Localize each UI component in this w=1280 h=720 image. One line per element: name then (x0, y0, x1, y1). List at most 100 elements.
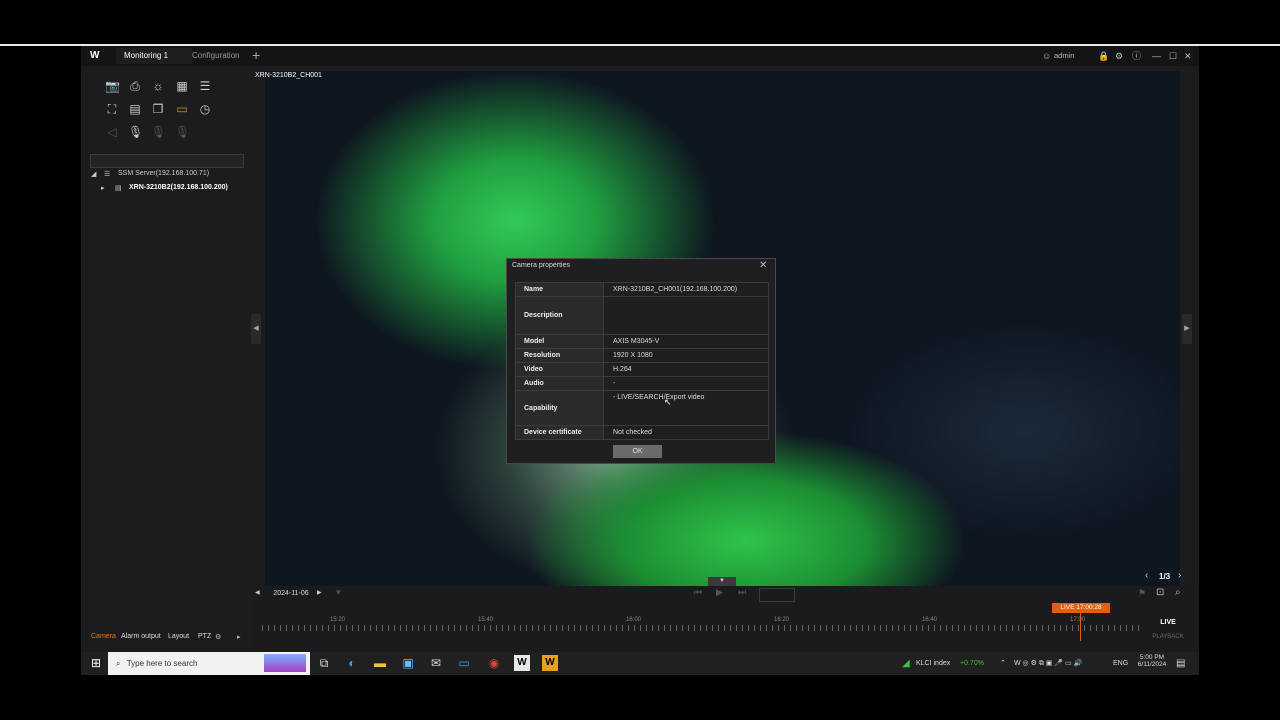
prev-date-icon[interactable]: ◀ (255, 589, 260, 596)
user-icon[interactable]: ☺ (1042, 48, 1051, 64)
tab-alarm-output[interactable]: Alarm output (121, 633, 161, 640)
bookmark-icon[interactable]: ⚑ (1138, 588, 1146, 599)
grid-icon[interactable]: ▤ (128, 103, 142, 115)
channel-label: XRN-3210B2_CH001 (255, 72, 322, 79)
stock-name[interactable]: KLCI index (916, 652, 950, 675)
tab-monitoring-1[interactable]: Monitoring 1 (116, 48, 192, 64)
info-icon[interactable]: ⓘ (1132, 48, 1141, 64)
speaker-icon[interactable]: ◁ (105, 126, 119, 138)
dialog-close-icon[interactable]: ✕ (759, 260, 767, 271)
fullscreen-icon[interactable]: ⛶ (105, 103, 119, 115)
wisenet-active-app-icon[interactable]: W (542, 655, 558, 671)
clock-date: 6/11/2024 (1137, 661, 1167, 668)
notification-icon[interactable]: ▤ (1176, 652, 1185, 675)
tick-label: 16:20 (774, 617, 790, 623)
zoom-search-icon[interactable]: ⌕ (1175, 587, 1181, 598)
snapshot-icon[interactable]: ⊡ (1156, 587, 1164, 598)
remote-desktop-icon[interactable]: ▭ (456, 655, 472, 671)
layout-icon[interactable]: ▦ (175, 80, 189, 92)
date-field[interactable]: 2024-11-06 (266, 588, 316, 600)
search-highlight-image (264, 654, 306, 672)
close-icon[interactable]: ✕ (1184, 48, 1192, 64)
properties-table: Name XRN-3210B2_CH001(192.168.100.200) D… (515, 282, 769, 440)
property-value: Not checked (613, 429, 652, 436)
recorder-icon: ▤ (115, 185, 122, 192)
print-icon[interactable]: ⎙ (128, 80, 142, 92)
tick-label: 15:40 (478, 617, 494, 623)
left-panel-toggle[interactable]: ◀ (251, 314, 261, 344)
ok-button[interactable]: OK (613, 445, 662, 458)
timeline-ruler[interactable] (262, 625, 1142, 631)
add-tab-button[interactable]: + (252, 47, 260, 63)
tab-layout[interactable]: Layout (168, 633, 189, 640)
task-view-icon[interactable]: ⧉ (316, 655, 332, 671)
alarm-icon[interactable]: ☼ (151, 80, 165, 92)
mic-off-icon[interactable]: 🎙 (151, 126, 166, 138)
prev-page-icon[interactable]: ‹ (1145, 570, 1148, 581)
property-key: Capability (516, 391, 604, 425)
mail-icon[interactable]: ✉ (428, 655, 444, 671)
next-date-icon[interactable]: ▶ (317, 589, 322, 596)
skip-forward-icon[interactable]: ⏭ (738, 587, 746, 598)
property-value: 1920 X 1080 (613, 352, 653, 359)
search-placeholder: Type here to search (126, 659, 198, 668)
filter-icon[interactable]: ▾ (336, 587, 341, 598)
table-row: Resolution 1920 X 1080 (516, 349, 768, 363)
windows-start-icon[interactable]: ⊞ (88, 655, 104, 671)
snapshot-camera-icon[interactable]: 📷 (105, 80, 120, 92)
tick-label: 16:40 (922, 617, 938, 623)
file-explorer-icon[interactable]: ▬ (372, 655, 388, 671)
lock-icon[interactable]: 🔒 (1098, 48, 1109, 64)
collapse-arrow-icon[interactable]: ◢ (91, 170, 96, 178)
next-page-icon[interactable]: › (1178, 570, 1181, 581)
live-button[interactable]: LIVE (1146, 617, 1190, 629)
tree-server-item[interactable]: SSM Server(192.168.100.71) (118, 170, 209, 177)
monitor-icon[interactable]: ▭ (175, 103, 189, 115)
list-icon[interactable]: ☰ (198, 80, 212, 92)
ptz-settings-icon[interactable]: ⚙ (215, 633, 221, 641)
tick-label: 16:00 (626, 617, 642, 623)
speed-field[interactable] (759, 588, 795, 602)
mic-group-icon[interactable]: 🎙 (175, 126, 190, 138)
collapse-panel-icon[interactable]: ▼ (708, 577, 736, 586)
tick-label: 15:20 (330, 617, 346, 623)
playback-bar (251, 586, 1199, 652)
device-search-input[interactable] (90, 154, 244, 168)
tab-configuration[interactable]: Configuration (184, 48, 262, 64)
tray-icons[interactable]: W ◎ ⚙ ⧉ ▣ 🎤 ▭ 🔊 (1014, 652, 1082, 675)
tabs-next-icon[interactable]: ▸ (237, 633, 241, 641)
edge-icon[interactable]: ◐ (344, 655, 360, 671)
play-icon[interactable]: ▶ (716, 587, 723, 598)
property-value: H.264 (613, 366, 632, 373)
user-name[interactable]: admin (1054, 48, 1074, 64)
store-icon[interactable]: ▣ (400, 655, 416, 671)
clock[interactable]: 5:00 PM 6/11/2024 (1134, 654, 1170, 668)
sequence-icon[interactable]: ❐ (151, 103, 165, 115)
tab-ptz[interactable]: PTZ (198, 633, 211, 640)
table-row: Capability - LIVE/SEARCH/Export video (516, 391, 768, 426)
tray-expand-icon[interactable]: ⌃ (1000, 652, 1006, 675)
history-icon[interactable]: ◷ (198, 103, 212, 115)
expand-arrow-icon[interactable]: ▸ (101, 184, 105, 192)
minimize-icon[interactable]: — (1152, 48, 1161, 64)
recorder-app-icon[interactable]: ◉ (486, 655, 502, 671)
mouse-cursor-icon: ↖ (664, 397, 672, 407)
property-key: Model (516, 335, 604, 348)
property-key: Device certificate (516, 426, 604, 439)
maximize-icon[interactable]: ☐ (1169, 48, 1177, 64)
property-value: - (613, 380, 616, 387)
stock-chart-icon[interactable]: ◢ (902, 652, 910, 675)
playback-button[interactable]: PLAYBACK (1146, 631, 1190, 643)
tick-label: 17:00 (1070, 617, 1086, 623)
mic-icon[interactable]: 🎙 (128, 126, 143, 138)
right-panel-toggle[interactable]: ▶ (1182, 314, 1192, 344)
table-row: Name XRN-3210B2_CH001(192.168.100.200) (516, 283, 768, 297)
gear-icon[interactable]: ⚙ (1115, 48, 1123, 64)
stock-change: +0.70% (960, 660, 984, 667)
tab-camera[interactable]: Camera (91, 633, 116, 640)
wisenet-app-icon[interactable]: W (514, 655, 530, 671)
tree-device-item[interactable]: XRN-3210B2(192.168.100.200) (129, 184, 228, 191)
skip-back-icon[interactable]: ⏮ (694, 587, 702, 598)
property-value: - LIVE/SEARCH/Export video (613, 394, 705, 401)
language-indicator[interactable]: ENG (1113, 652, 1128, 675)
